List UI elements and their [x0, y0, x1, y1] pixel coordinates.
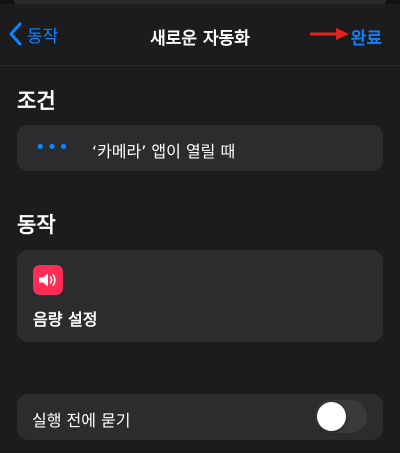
toggle-knob — [317, 402, 346, 431]
ellipsis-icon: ••• — [35, 137, 70, 158]
action-card-set-volume[interactable]: 음량 설정 — [17, 250, 383, 342]
red-arrow-annotation — [310, 28, 349, 40]
speaker-volume-icon — [33, 265, 63, 295]
navigation-bar: 동작 새로운 자동화 완료 — [0, 4, 400, 66]
trigger-text: ‘카메라’ 앱이 열릴 때 — [92, 142, 236, 161]
actions-header: 동작 — [17, 213, 56, 237]
ask-before-running-row: 실행 전에 묻기 — [17, 394, 383, 440]
action-label: 음량 설정 — [33, 310, 98, 329]
ask-before-running-toggle[interactable] — [315, 400, 367, 433]
trigger-row[interactable]: ••• ‘카메라’ 앱이 열릴 때 — [17, 125, 383, 171]
done-button[interactable]: 완료 — [351, 24, 382, 49]
conditions-header: 조건 — [17, 89, 56, 113]
ask-before-running-label: 실행 전에 묻기 — [32, 411, 131, 430]
